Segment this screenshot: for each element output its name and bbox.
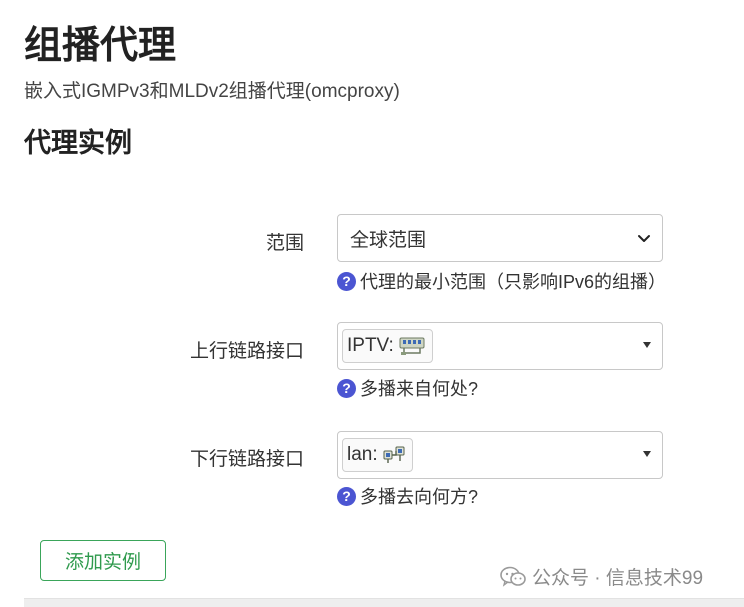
uplink-hint: ? 多播来自何处?: [337, 375, 478, 401]
help-icon: ?: [337, 271, 356, 291]
uplink-hint-text: 多播来自何处?: [360, 379, 479, 399]
network-interface-icon: [399, 337, 425, 355]
page-description: 嵌入式IGMPv3和MLDv2组播代理(omcproxy): [24, 81, 400, 102]
chevron-down-icon: [638, 235, 650, 242]
page-title: 组播代理: [24, 25, 177, 67]
uplink-select[interactable]: IPTV:: [337, 322, 663, 370]
uplink-label: 上行链路接口: [189, 341, 304, 362]
watermark-text: 公众号 · 信息技术99: [532, 568, 704, 589]
dropdown-caret-icon: [643, 342, 651, 348]
downlink-hint-text: 多播去向何方?: [360, 487, 479, 507]
help-icon: ?: [337, 486, 356, 506]
help-icon: ?: [337, 378, 356, 398]
downlink-selected-item: lan:: [342, 438, 413, 472]
uplink-selected-item: IPTV:: [342, 329, 433, 363]
scope-select[interactable]: 全球范围: [337, 214, 663, 262]
watermark: 公众号 · 信息技术99: [500, 563, 703, 590]
wechat-icon: [500, 566, 526, 587]
scope-select-value: 全球范围: [350, 229, 427, 251]
section-title: 代理实例: [24, 128, 132, 158]
add-instance-button[interactable]: 添加实例: [40, 540, 166, 581]
downlink-label: 下行链路接口: [189, 449, 304, 470]
downlink-value-text: lan:: [347, 444, 378, 465]
scope-hint: ? 代理的最小范围（只影响IPv6的组播）: [337, 268, 666, 294]
scope-hint-text: 代理的最小范围（只影响IPv6的组播）: [360, 272, 667, 292]
downlink-select[interactable]: lan:: [337, 431, 663, 479]
dropdown-caret-icon: [643, 451, 651, 457]
downlink-hint: ? 多播去向何方?: [337, 483, 478, 509]
scope-label: 范围: [265, 233, 304, 254]
uplink-value-text: IPTV:: [347, 335, 394, 356]
bridge-interface-icon: [383, 446, 405, 463]
